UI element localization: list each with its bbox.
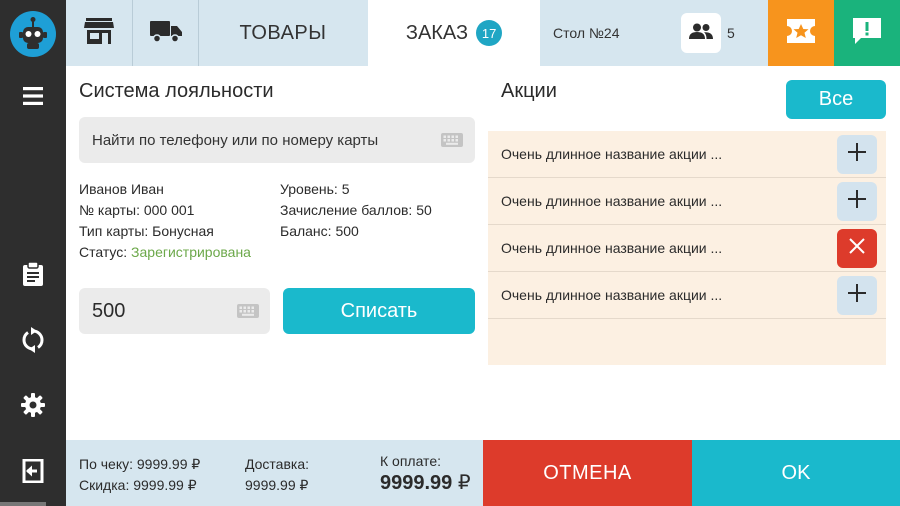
promo-row: Очень длинное название акции ... [488, 178, 886, 225]
menu-icon [23, 86, 43, 110]
delivery-value: 9999.99 ₽ [245, 477, 309, 493]
debit-points-button[interactable]: Списать [283, 288, 475, 334]
card-number: № карты: 000 001 [79, 202, 195, 218]
pay-currency: ₽ [457, 472, 471, 494]
sidebar-indicator [0, 502, 46, 506]
promotions-title: Акции [501, 80, 557, 102]
promo-row: Очень длинное название акции ... [488, 131, 886, 178]
promo-name: Очень длинное название акции ... [501, 146, 723, 162]
store-icon [84, 17, 114, 49]
promo-name: Очень длинное название акции ... [501, 193, 723, 209]
add-promo-button[interactable] [837, 135, 877, 174]
plus-icon [848, 190, 866, 213]
keyboard-icon[interactable] [237, 304, 259, 318]
discount-total: Скидка: 9999.99 ₽ [79, 477, 197, 493]
tab-order-label: ЗАКАЗ [405, 21, 469, 44]
delivery-button[interactable] [133, 0, 198, 66]
remove-promo-button[interactable] [837, 229, 877, 268]
exit-icon [22, 458, 44, 488]
close-icon [849, 238, 865, 259]
guests-count: 5 [727, 25, 735, 41]
truck-icon [149, 19, 182, 48]
ticket-star-icon [785, 18, 817, 49]
status-value: Зарегистрирована [131, 244, 251, 260]
message-button[interactable] [834, 0, 900, 66]
promo-name: Очень длинное название акции ... [501, 240, 723, 256]
robot-logo-icon [10, 11, 56, 57]
customer-level: Уровень: 5 [280, 181, 350, 197]
all-promotions-button[interactable]: Все [786, 80, 886, 119]
tab-order[interactable]: ЗАКАЗ 17 [368, 0, 540, 66]
plus-icon [848, 143, 866, 166]
add-promo-button[interactable] [837, 276, 877, 315]
users-icon [689, 23, 713, 44]
loyalty-title: Система лояльности [79, 80, 274, 102]
plus-icon [848, 284, 866, 307]
promo-row: Очень длинное название акции ... [488, 272, 886, 319]
totals-bar: По чеку: 9999.99 ₽ Скидка: 9999.99 ₽ Дос… [66, 440, 483, 506]
customer-points-info: Уровень: 5 Зачисление баллов: 50 Баланс:… [280, 179, 432, 242]
sync-button[interactable] [0, 312, 66, 372]
logout-button[interactable] [0, 443, 66, 503]
menu-button[interactable] [0, 68, 66, 128]
pay-label: К оплате: [380, 453, 441, 469]
table-label[interactable]: Стол №24 [553, 0, 620, 66]
card-type: Тип карты: Бонусная [79, 223, 214, 239]
points-balance: Баланс: 500 [280, 223, 359, 239]
ok-button[interactable]: OK [692, 440, 900, 506]
promo-button[interactable] [768, 0, 834, 66]
cancel-button[interactable]: ОТМЕНА [483, 440, 692, 506]
guests-button[interactable] [681, 13, 721, 53]
delivery-block: Доставка: 9999.99 ₽ [245, 454, 309, 496]
keyboard-icon[interactable] [441, 133, 463, 147]
promotions-list: Очень длинное название акции ... Очень д… [488, 131, 886, 365]
tab-goods-label: ТОВАРЫ [239, 21, 327, 44]
customer-name: Иванов Иван [79, 181, 164, 197]
top-bar: ТОВАРЫ ЗАКАЗ 17 Стол №24 5 [66, 0, 900, 66]
message-alert-icon [852, 17, 882, 50]
add-promo-button[interactable] [837, 182, 877, 221]
clipboard-icon [22, 260, 44, 292]
pay-amount: 9999.99 ₽ [380, 470, 471, 495]
store-button[interactable] [66, 0, 132, 66]
sidebar [0, 0, 66, 506]
check-total: По чеку: 9999.99 ₽ [79, 456, 201, 472]
orders-list-button[interactable] [0, 246, 66, 306]
delivery-label: Доставка: [245, 456, 310, 472]
pay-amount-value: 9999.99 [380, 472, 453, 494]
status-label: Статус: [79, 244, 128, 260]
promo-name: Очень длинное название акции ... [501, 287, 723, 303]
customer-info: Иванов Иван № карты: 000 001 Тип карты: … [79, 179, 251, 263]
gear-icon [21, 392, 45, 422]
points-accrual: Зачисление баллов: 50 [280, 202, 432, 218]
tab-goods[interactable]: ТОВАРЫ [198, 0, 368, 66]
settings-button[interactable] [0, 377, 66, 437]
loyalty-search-input[interactable] [79, 117, 475, 163]
order-count-badge: 17 [476, 20, 503, 46]
promo-row: Очень длинное название акции ... [488, 225, 886, 272]
card-status: Статус: Зарегистрирована [79, 242, 251, 263]
sync-icon [21, 326, 45, 358]
totals-check-block: По чеку: 9999.99 ₽ Скидка: 9999.99 ₽ [79, 454, 200, 496]
